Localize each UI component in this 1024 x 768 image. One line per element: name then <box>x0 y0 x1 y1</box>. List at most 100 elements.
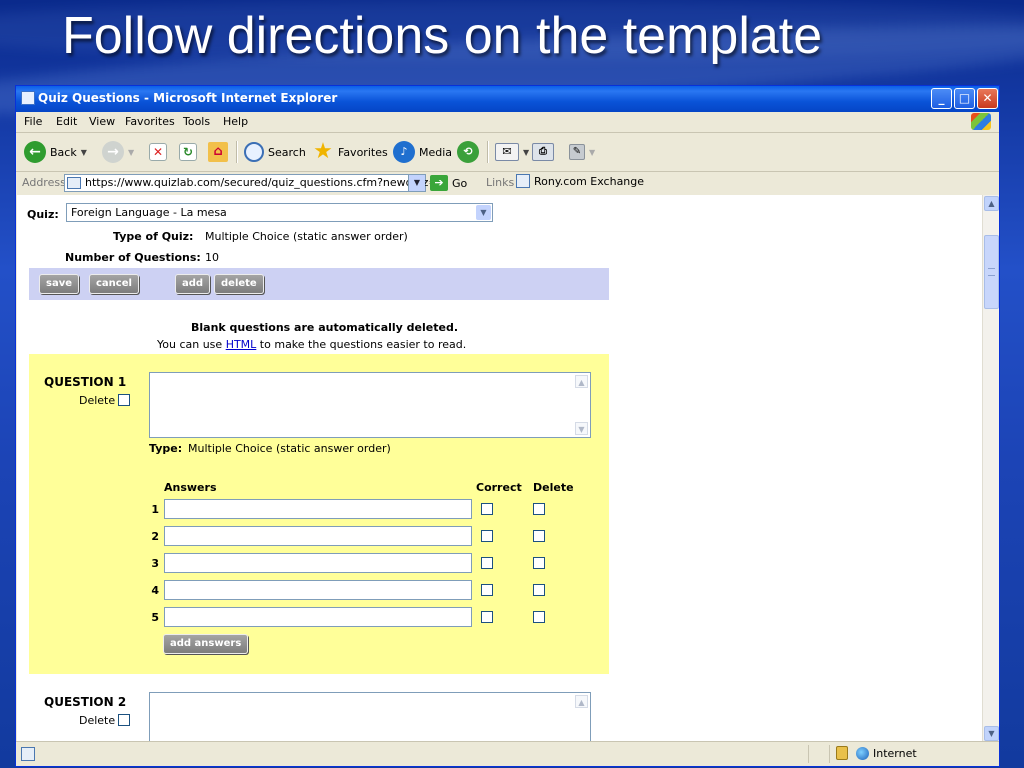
scroll-down-icon[interactable]: ▼ <box>984 726 999 741</box>
action-bar: save cancel add delete <box>29 268 609 300</box>
search-button[interactable]: Search <box>244 139 306 165</box>
favorites-button[interactable]: ★ Favorites <box>312 139 388 165</box>
history-button[interactable]: ⟲ <box>457 139 479 165</box>
add-answers-button[interactable]: add answers <box>163 634 249 654</box>
save-button[interactable]: save <box>39 274 80 294</box>
menu-file[interactable]: File <box>24 115 42 128</box>
globe-icon <box>856 747 869 760</box>
correct-checkbox[interactable] <box>481 584 493 596</box>
html-link[interactable]: HTML <box>226 338 257 351</box>
delete-answer-checkbox[interactable] <box>533 584 545 596</box>
minimize-button[interactable]: _ <box>931 88 952 109</box>
answer-input[interactable] <box>164 499 472 519</box>
scroll-up-icon[interactable]: ▲ <box>984 196 999 211</box>
menu-view[interactable]: View <box>89 115 115 128</box>
status-divider <box>808 745 809 763</box>
delete-answer-checkbox[interactable] <box>533 557 545 569</box>
scroll-up-icon[interactable]: ▲ <box>575 695 588 708</box>
stop-button[interactable]: ✕ <box>149 139 167 165</box>
media-button[interactable]: ♪ Media <box>393 139 452 165</box>
refresh-button[interactable]: ↻ <box>179 139 197 165</box>
forward-arrow-icon: → <box>102 141 124 163</box>
chevron-down-icon[interactable]: ▼ <box>408 175 425 191</box>
delete-column-header: Delete <box>533 481 574 494</box>
print-icon: ⎙ <box>532 143 554 161</box>
answer-input[interactable] <box>164 580 472 600</box>
mail-button[interactable]: ✉ ▼ <box>495 139 529 165</box>
page-icon <box>67 177 81 189</box>
back-arrow-icon: ← <box>24 141 46 163</box>
delete-answer-checkbox[interactable] <box>533 611 545 623</box>
add-question-button[interactable]: add <box>175 274 211 294</box>
mail-icon: ✉ <box>495 143 519 161</box>
favorites-label: Favorites <box>338 145 388 159</box>
go-button[interactable]: ➔ Go <box>430 175 467 191</box>
delete-question-button[interactable]: delete <box>214 274 264 294</box>
answer-number: 4 <box>151 584 159 597</box>
address-input[interactable]: https://www.quizlab.com/secured/quiz_que… <box>64 174 444 192</box>
home-button[interactable]: ⌂ <box>208 139 228 165</box>
answer-input[interactable] <box>164 526 472 546</box>
correct-checkbox[interactable] <box>481 503 493 515</box>
scroll-down-icon[interactable]: ▼ <box>575 422 588 435</box>
correct-checkbox[interactable] <box>481 530 493 542</box>
page-content: Quiz: Foreign Language - La mesa ▼ Type … <box>17 195 982 742</box>
maximize-button[interactable]: □ <box>954 88 975 109</box>
security-zone-label: Internet <box>873 747 917 760</box>
cancel-button[interactable]: cancel <box>89 274 139 294</box>
answers-column-header: Answers <box>164 481 217 494</box>
type-of-quiz-label: Type of Quiz: <box>113 230 194 243</box>
window-titlebar[interactable]: Quiz Questions - Microsoft Internet Expl… <box>16 86 999 112</box>
scroll-up-icon[interactable]: ▲ <box>575 375 588 388</box>
edit-button[interactable]: ✎ ▼ <box>569 139 595 165</box>
question-heading: QUESTION 2 <box>44 695 127 709</box>
correct-column-header: Correct <box>476 481 522 494</box>
page-scrollbar[interactable]: ▲ ▼ <box>982 195 999 742</box>
delete-answer-checkbox[interactable] <box>533 503 545 515</box>
question-heading: QUESTION 1 <box>44 375 127 389</box>
close-button[interactable]: ✕ <box>977 88 998 109</box>
go-label: Go <box>452 176 468 190</box>
back-label: Back <box>50 145 77 159</box>
quiz-select[interactable]: Foreign Language - La mesa ▼ <box>66 203 493 222</box>
toolbar-separator <box>236 141 238 163</box>
scrollbar-thumb[interactable] <box>984 235 999 309</box>
delete-question-checkbox[interactable] <box>118 394 130 406</box>
correct-checkbox[interactable] <box>481 557 493 569</box>
media-label: Media <box>419 145 453 159</box>
forward-button[interactable]: → ▼ <box>102 139 134 165</box>
delete-answer-checkbox[interactable] <box>533 530 545 542</box>
answer-input[interactable] <box>164 607 472 627</box>
links-label[interactable]: Links <box>486 176 514 189</box>
menu-help[interactable]: Help <box>223 115 248 128</box>
number-of-questions-label: Number of Questions: <box>65 251 201 264</box>
html-hint-prefix: You can use <box>157 338 226 351</box>
answer-input[interactable] <box>164 553 472 573</box>
type-of-quiz-value: Multiple Choice (static answer order) <box>205 230 408 243</box>
status-divider <box>829 745 830 763</box>
menu-bar: File Edit View Favorites Tools Help <box>16 112 999 133</box>
address-bar: Address https://www.quizlab.com/secured/… <box>16 172 999 194</box>
search-label: Search <box>268 145 306 159</box>
chevron-down-icon[interactable]: ▼ <box>476 205 491 220</box>
address-url[interactable]: https://www.quizlab.com/secured/quiz_que… <box>85 176 444 189</box>
star-icon: ★ <box>313 139 333 164</box>
home-icon: ⌂ <box>208 142 228 162</box>
question-text-area[interactable]: ▲ <box>149 692 591 742</box>
correct-checkbox[interactable] <box>481 611 493 623</box>
page-icon <box>21 747 35 761</box>
menu-edit[interactable]: Edit <box>56 115 77 128</box>
menu-tools[interactable]: Tools <box>183 115 210 128</box>
question-type-label: Type: <box>149 442 183 455</box>
back-button[interactable]: ← Back ▼ <box>24 139 87 165</box>
toolbar-separator <box>487 141 489 163</box>
media-icon: ♪ <box>393 141 415 163</box>
print-button[interactable]: ⎙ <box>532 139 554 165</box>
question-text-area[interactable]: ▲ ▼ <box>149 372 591 438</box>
html-hint-suffix: to make the questions easier to read. <box>256 338 467 351</box>
delete-question-checkbox[interactable] <box>118 714 130 726</box>
chevron-down-icon: ▼ <box>523 147 530 157</box>
window-title: Quiz Questions - Microsoft Internet Expl… <box>38 91 338 105</box>
menu-favorites[interactable]: Favorites <box>125 115 175 128</box>
link-rony-exchange[interactable]: Rony.com Exchange <box>516 174 644 188</box>
